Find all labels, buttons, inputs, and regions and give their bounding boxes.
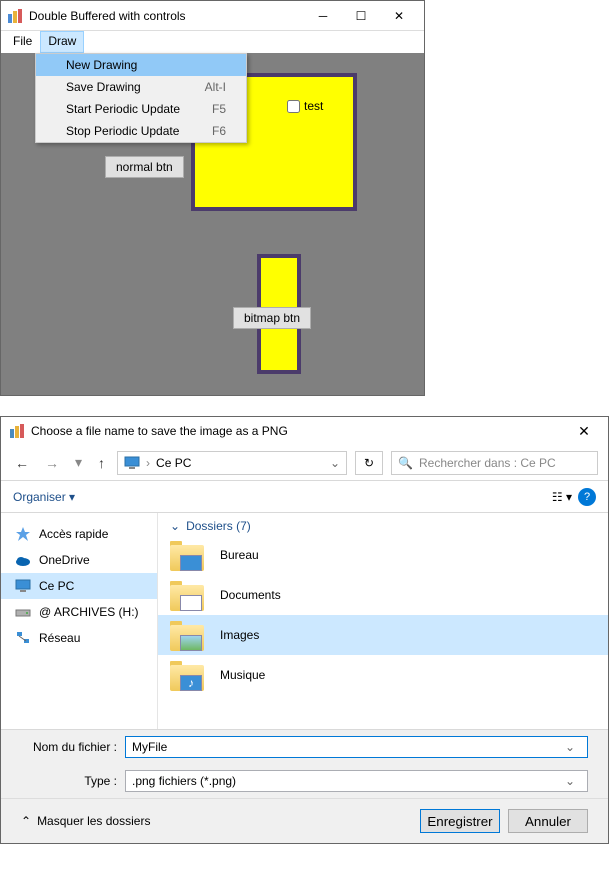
help-button[interactable]: ? [578,488,596,506]
maximize-button[interactable]: ☐ [342,2,380,30]
dialog-body: Accès rapide OneDrive Ce PC @ ARCHIVES (… [1,513,608,729]
type-label: Type : [21,774,117,788]
sidebar-network[interactable]: Réseau [1,625,157,651]
toolbar: Organiser ▾ ☷ ▾ ? [1,481,608,513]
save-dialog: Choose a file name to save the image as … [0,416,609,844]
pc-icon [124,456,140,470]
refresh-button[interactable]: ↻ [355,451,383,475]
chevron-down-icon[interactable]: ⌄ [559,774,581,788]
dialog-footer: ⌃Masquer les dossiers Enregistrer Annule… [1,798,608,843]
folder-bureau[interactable]: Bureau [158,535,608,575]
recent-dropdown[interactable]: ▾ [71,454,86,471]
up-button[interactable]: ↑ [94,455,109,471]
drawing-canvas: New Drawing Save DrawingAlt-I Start Peri… [1,53,424,395]
path-dropdown-icon[interactable]: ⌄ [330,456,340,470]
sidebar-onedrive[interactable]: OneDrive [1,547,157,573]
window-title: Double Buffered with controls [29,9,304,23]
cancel-button[interactable]: Annuler [508,809,588,833]
titlebar[interactable]: Double Buffered with controls ─ ☐ ✕ [1,1,424,31]
folder-icon [170,579,208,611]
normal-button[interactable]: normal btn [105,156,184,178]
menu-draw[interactable]: Draw [40,31,84,53]
view-button[interactable]: ☷ ▾ [546,490,578,504]
app-window: Double Buffered with controls ─ ☐ ✕ File… [0,0,425,396]
network-icon [15,630,31,646]
filename-input[interactable]: MyFile⌄ [125,736,588,758]
type-select[interactable]: .png fichiers (*.png)⌄ [125,770,588,792]
sidebar-quick-access[interactable]: Accès rapide [1,521,157,547]
close-button[interactable]: ✕ [568,423,600,440]
save-button[interactable]: Enregistrer [420,809,500,833]
sidebar: Accès rapide OneDrive Ce PC @ ARCHIVES (… [1,513,157,729]
path-chevron-icon: › [146,456,150,470]
folder-pane: ⌄Dossiers (7) Bureau Documents Images ♪ … [157,513,608,729]
menu-start-periodic[interactable]: Start Periodic UpdateF5 [36,98,246,120]
checkbox-label: test [304,99,323,113]
folder-images[interactable]: Images [158,615,608,655]
menu-save-drawing[interactable]: Save DrawingAlt-I [36,76,246,98]
sidebar-archives[interactable]: @ ARCHIVES (H:) [1,599,157,625]
folders-header[interactable]: ⌄Dossiers (7) [158,517,608,535]
folder-icon: ♪ [170,659,208,691]
checkbox-input[interactable] [287,100,300,113]
filename-row: Nom du fichier : MyFile⌄ [1,729,608,764]
type-row: Type : .png fichiers (*.png)⌄ [1,764,608,798]
pc-icon [15,578,31,594]
draw-dropdown: New Drawing Save DrawingAlt-I Start Peri… [35,53,247,143]
filename-label: Nom du fichier : [21,740,117,754]
search-icon: 🔍 [398,456,413,470]
dialog-title: Choose a file name to save the image as … [31,424,568,438]
folder-icon [170,619,208,651]
app-icon [9,423,25,439]
sidebar-ce-pc[interactable]: Ce PC [1,573,157,599]
back-button[interactable]: ← [11,455,33,471]
chevron-down-icon[interactable]: ⌄ [559,740,581,754]
star-icon [15,526,31,542]
menubar: File Draw [1,31,424,53]
folder-documents[interactable]: Documents [158,575,608,615]
test-checkbox[interactable]: test [287,99,323,113]
chevron-icon: ⌃ [21,814,31,828]
menu-new-drawing[interactable]: New Drawing [36,54,246,76]
forward-button[interactable]: → [41,455,63,471]
search-placeholder: Rechercher dans : Ce PC [419,456,556,470]
address-bar[interactable]: › Ce PC ⌄ [117,451,347,475]
bitmap-button[interactable]: bitmap btn [233,307,311,329]
chevron-down-icon: ⌄ [170,519,180,533]
path-label: Ce PC [156,456,191,470]
cloud-icon [15,552,31,568]
dialog-titlebar[interactable]: Choose a file name to save the image as … [1,417,608,445]
drive-icon [15,604,31,620]
menu-file[interactable]: File [5,31,40,53]
nav-row: ← → ▾ ↑ › Ce PC ⌄ ↻ 🔍 Rechercher dans : … [1,445,608,481]
folder-icon [170,539,208,571]
menu-stop-periodic[interactable]: Stop Periodic UpdateF6 [36,120,246,142]
folder-musique[interactable]: ♪ Musique [158,655,608,695]
minimize-button[interactable]: ─ [304,2,342,30]
close-button[interactable]: ✕ [380,2,418,30]
hide-folders-button[interactable]: ⌃Masquer les dossiers [21,814,412,828]
organize-button[interactable]: Organiser ▾ [13,490,75,504]
app-icon [7,8,23,24]
search-input[interactable]: 🔍 Rechercher dans : Ce PC [391,451,598,475]
